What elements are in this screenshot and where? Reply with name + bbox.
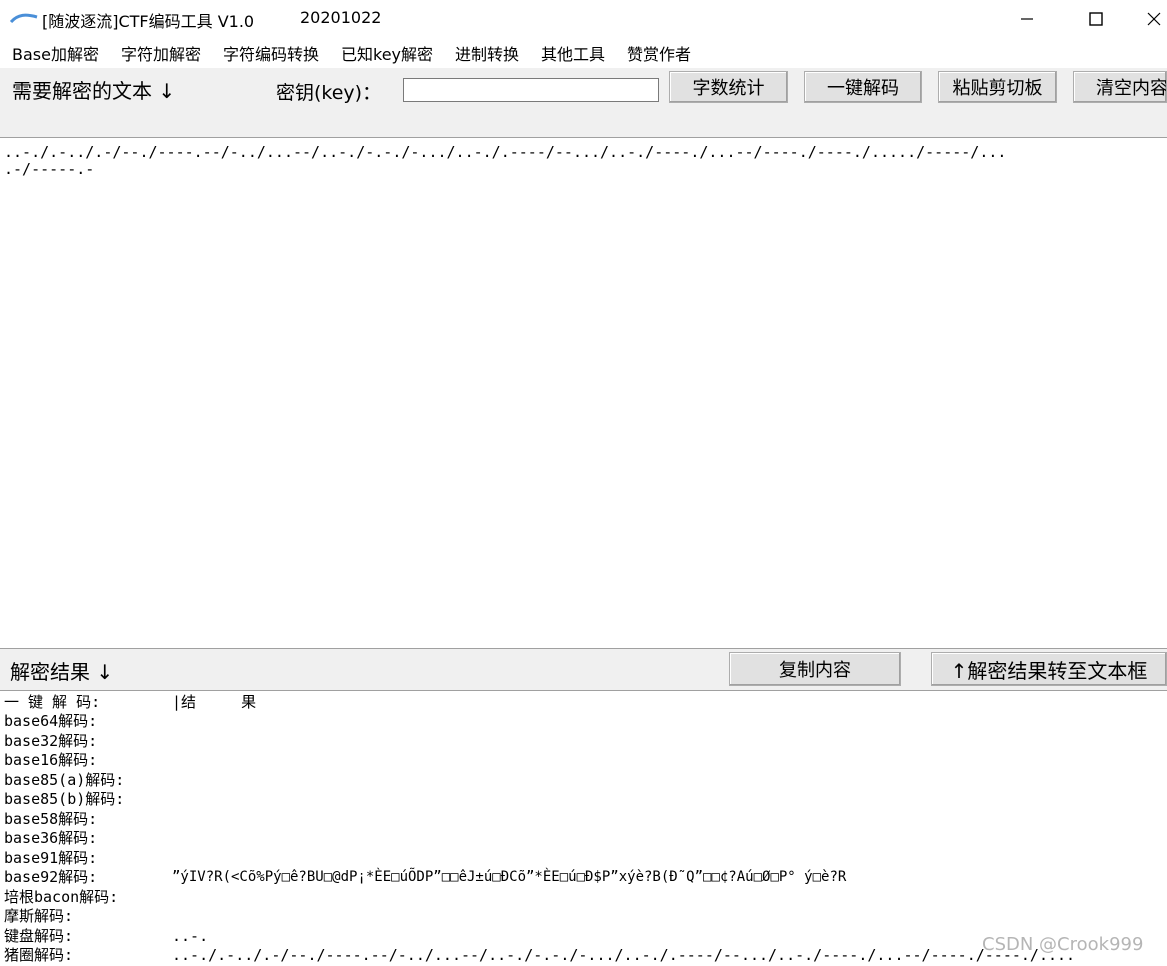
result-header-row: 一 键 解 码: |结 果 bbox=[4, 693, 1167, 712]
input-label: 需要解密的文本 ↓ bbox=[12, 79, 176, 103]
window-title: [随波逐流]CTF编码工具 V1.0 bbox=[42, 12, 255, 31]
result-row-value: ..-. bbox=[172, 927, 209, 945]
result-row-name: base58解码: bbox=[4, 810, 98, 828]
input-text-line-2: .-/-----.- bbox=[4, 160, 95, 178]
menu-donate[interactable]: 赞赏作者 bbox=[615, 41, 701, 65]
close-icon bbox=[1147, 12, 1160, 26]
one-click-decode-button[interactable]: 一键解码 bbox=[804, 71, 922, 103]
result-row: base58解码: bbox=[4, 810, 1167, 829]
result-row: base85(b)解码: bbox=[4, 790, 1167, 809]
result-row: 摩斯解码: bbox=[4, 907, 1167, 926]
menu-char-crypto[interactable]: 字符加解密 bbox=[109, 41, 211, 65]
key-input[interactable] bbox=[403, 78, 659, 102]
result-row: base16解码: bbox=[4, 751, 1167, 770]
result-row-name: base92解码: bbox=[4, 868, 98, 886]
watermark: CSDN @Crook999 bbox=[982, 934, 1144, 955]
key-label: 密钥(key)： bbox=[276, 82, 382, 104]
window-title-date: 20201022 bbox=[300, 8, 382, 27]
result-row-name: 摩斯解码: bbox=[4, 907, 74, 925]
maximize-icon bbox=[1089, 12, 1103, 26]
title-bar: [随波逐流]CTF编码工具 V1.0 20201022 bbox=[0, 0, 1167, 38]
result-row-name: base32解码: bbox=[4, 732, 98, 750]
result-row-name: 猪圈解码: bbox=[4, 946, 74, 964]
result-row-name: base85(a)解码: bbox=[4, 771, 125, 789]
result-row: base32解码: bbox=[4, 732, 1167, 751]
menu-bar: Base加解密 字符加解密 字符编码转换 已知key解密 进制转换 其他工具 赞… bbox=[0, 38, 1167, 68]
result-row-value: ..-./.-../.-/--./----.--/-../...--/..-./… bbox=[172, 946, 1076, 964]
result-to-textbox-button[interactable]: ↑解密结果转至文本框 bbox=[931, 652, 1167, 686]
app-wave-icon bbox=[10, 13, 38, 24]
input-textarea[interactable]: ..-./.-../.-/--./----.--/-../...--/..-./… bbox=[0, 137, 1167, 649]
result-row-name: 培根bacon解码: bbox=[4, 888, 119, 906]
menu-known-key[interactable]: 已知key解密 bbox=[329, 41, 443, 65]
result-row: base85(a)解码: bbox=[4, 771, 1167, 790]
result-row-name: base16解码: bbox=[4, 751, 98, 769]
menu-base[interactable]: Base加解密 bbox=[0, 41, 109, 65]
close-button[interactable] bbox=[1140, 0, 1167, 38]
menu-other-tools[interactable]: 其他工具 bbox=[529, 41, 615, 65]
minimize-icon bbox=[1021, 18, 1033, 20]
result-row-name: base85(b)解码: bbox=[4, 790, 125, 808]
result-row-value: ”ýIV?R(<Cõ%Pý□ê?BU□@dP¡*ÈE□úÕDP”□□êJ±ú□Ð… bbox=[172, 869, 847, 885]
minimize-button[interactable] bbox=[1002, 0, 1052, 38]
result-row: base92解码: ”ýIV?R(<Cõ%Pý□ê?BU□@dP¡*ÈE□úÕD… bbox=[4, 868, 1167, 887]
result-header-value: |结 果 bbox=[172, 693, 257, 711]
input-text-line-1: ..-./.-../.-/--./----.--/-../...--/..-./… bbox=[4, 143, 1007, 161]
result-row: base36解码: bbox=[4, 829, 1167, 848]
result-row-name: base64解码: bbox=[4, 712, 98, 730]
result-row: 培根bacon解码: bbox=[4, 888, 1167, 907]
result-row-name: base91解码: bbox=[4, 849, 98, 867]
clear-button[interactable]: 清空内容 bbox=[1073, 71, 1167, 103]
result-header-name: 一 键 解 码: bbox=[4, 693, 101, 711]
count-button[interactable]: 字数统计 bbox=[669, 71, 788, 103]
result-row-name: 键盘解码: bbox=[4, 927, 74, 945]
result-row: base91解码: bbox=[4, 849, 1167, 868]
menu-char-encoding[interactable]: 字符编码转换 bbox=[211, 41, 329, 65]
paste-clipboard-button[interactable]: 粘贴剪切板 bbox=[938, 71, 1057, 103]
maximize-button[interactable] bbox=[1071, 0, 1121, 38]
copy-button[interactable]: 复制内容 bbox=[729, 652, 901, 686]
result-textarea[interactable]: 一 键 解 码: |结 果 base64解码: base32解码: base16… bbox=[0, 690, 1167, 966]
result-row: base64解码: bbox=[4, 712, 1167, 731]
menu-radix[interactable]: 进制转换 bbox=[443, 41, 529, 65]
result-label: 解密结果 ↓ bbox=[10, 660, 114, 684]
result-row-name: base36解码: bbox=[4, 829, 98, 847]
